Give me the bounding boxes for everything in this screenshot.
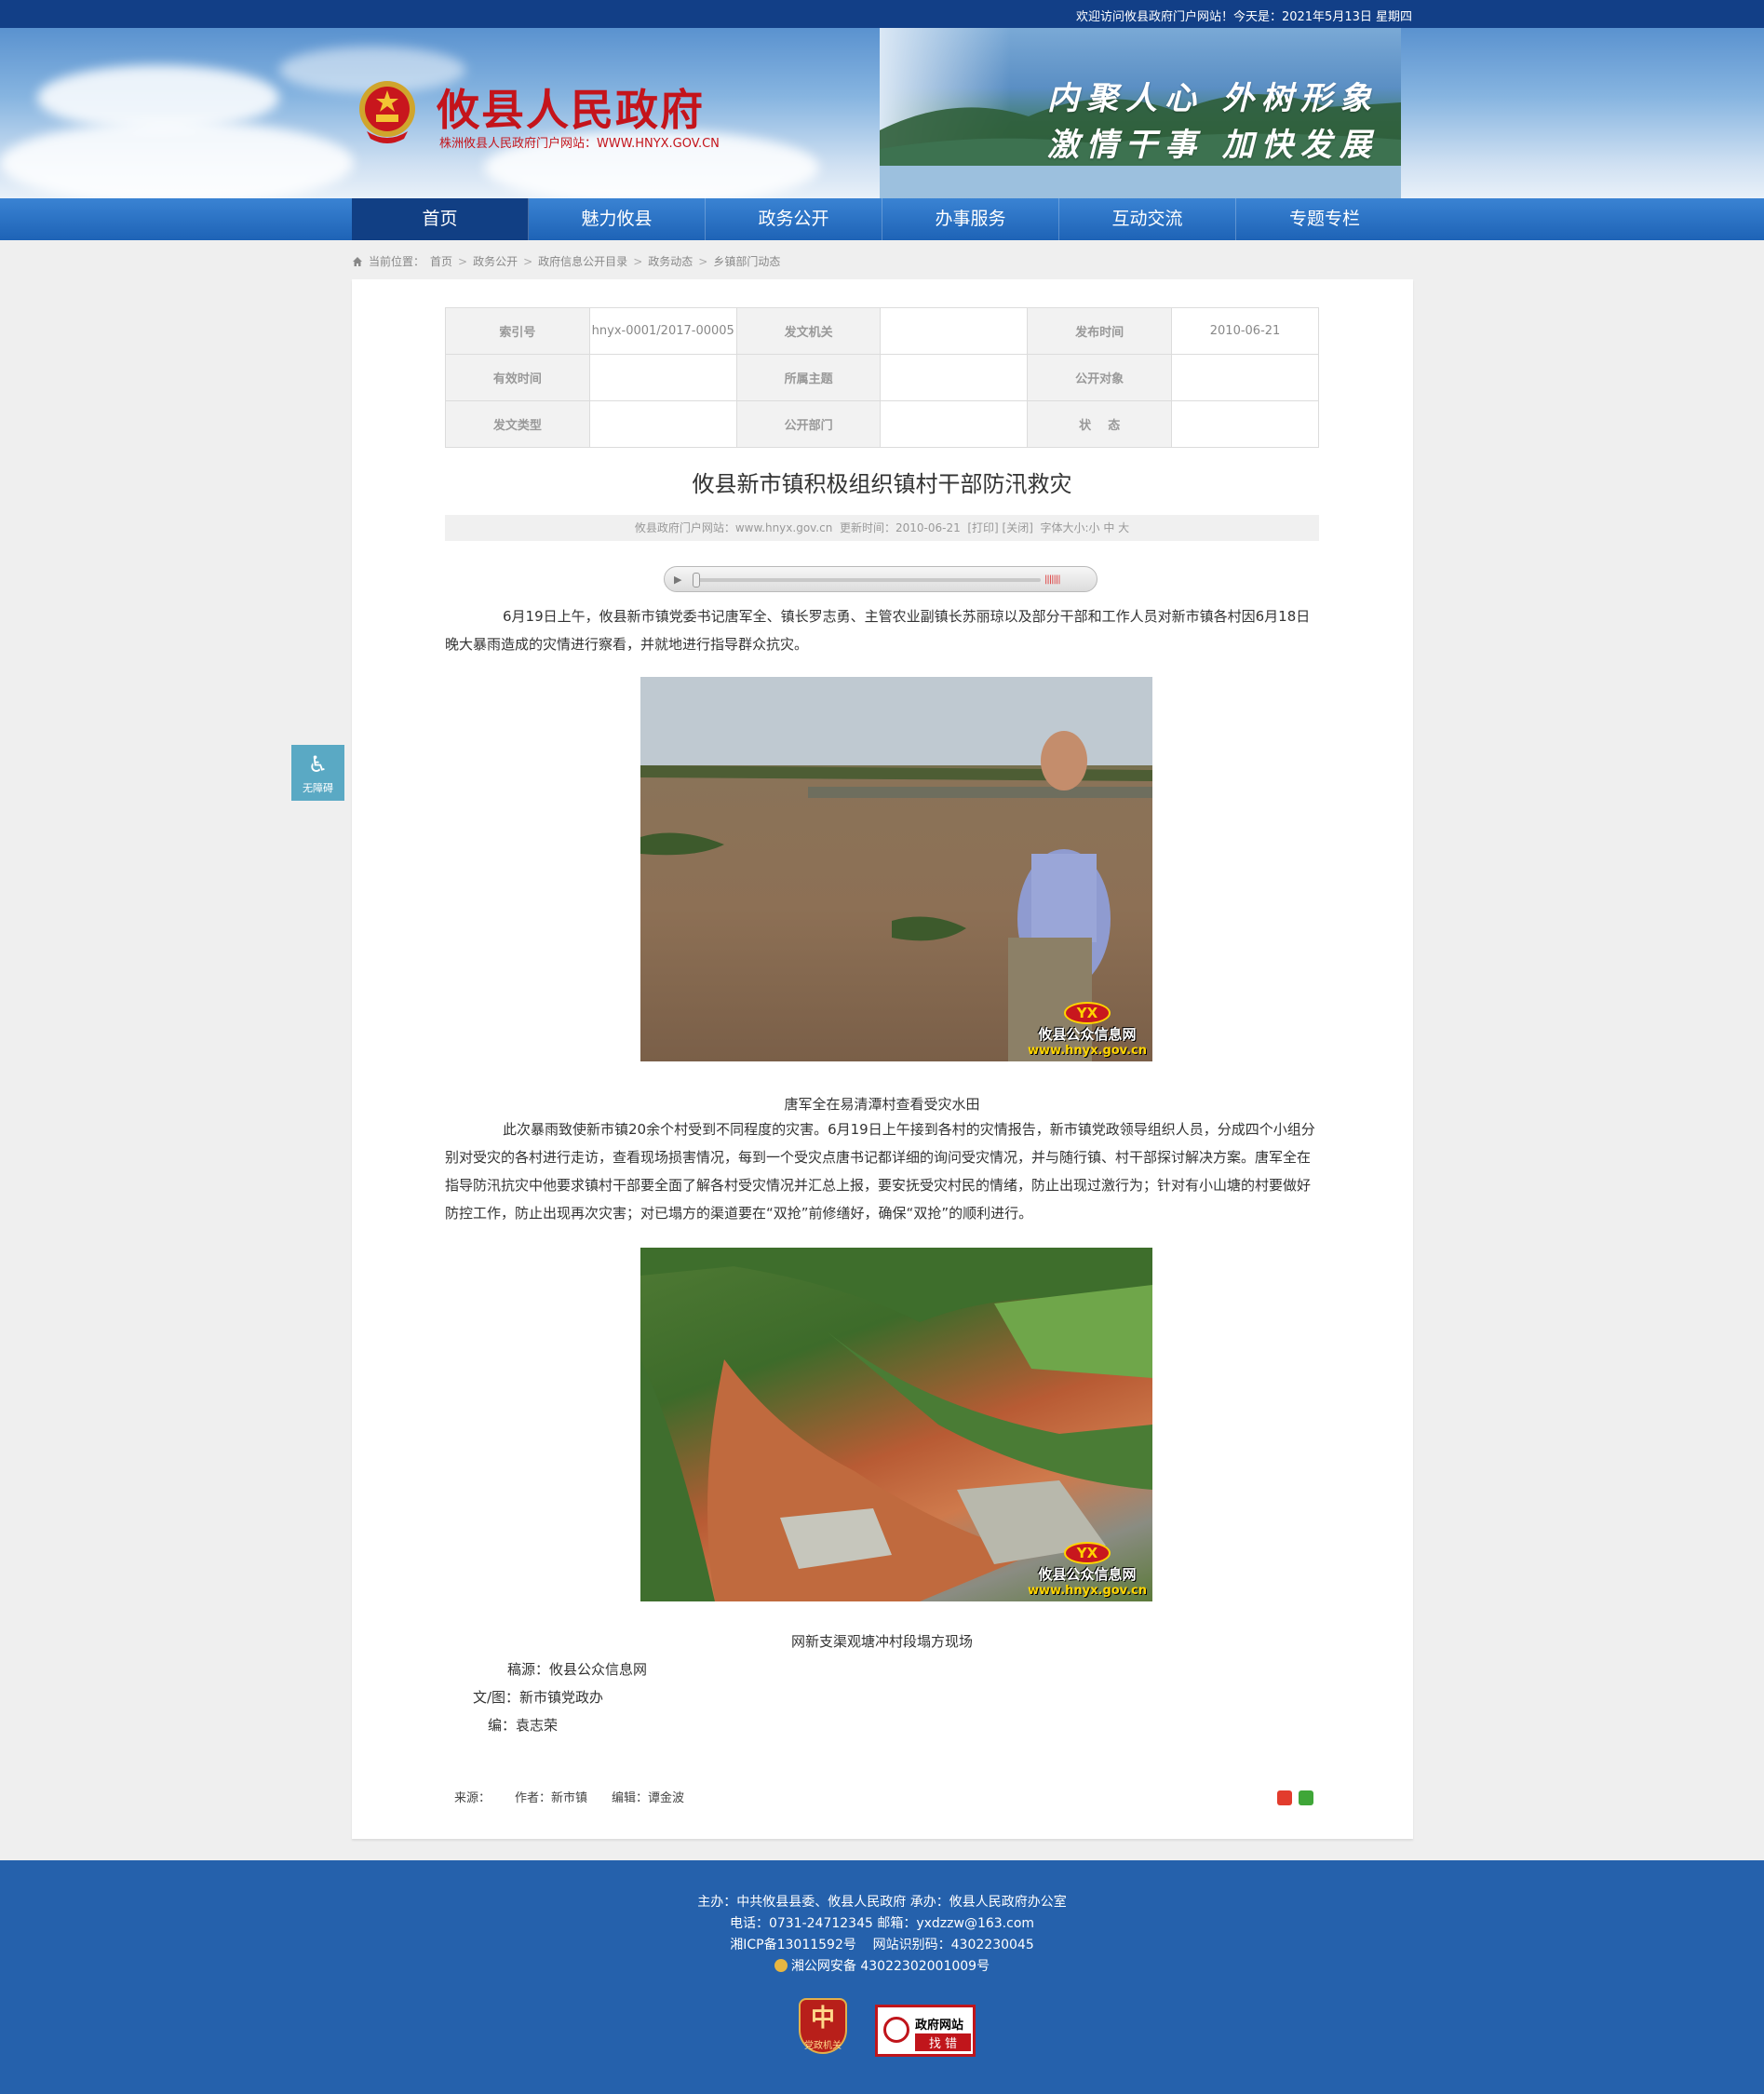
credit-editor: 编：袁志荣 <box>488 1717 559 1734</box>
watermark: YX 攸县公众信息网 www.hnyx.gov.cn <box>1028 1002 1147 1058</box>
play-icon[interactable]: ▶ <box>674 573 689 588</box>
nav-home[interactable]: 首页 <box>352 198 529 240</box>
article-photo-flood: YX 攸县公众信息网 www.hnyx.gov.cn <box>640 677 1152 1061</box>
slogan-line-2: 激情干事 加快发展 <box>1047 127 1379 164</box>
article-container: 索引号 hnyx-0001/2017-00005 发文机关 发布时间 2010-… <box>352 279 1413 1839</box>
party-gov-badge[interactable]: 中 党政机关 <box>799 1998 847 2054</box>
article-title: 攸县新市镇积极组织镇村干部防汛救灾 <box>692 471 1072 497</box>
volume-icon[interactable]: ||||||| <box>1044 574 1072 586</box>
meta-audience-value <box>1171 354 1319 401</box>
national-emblem-icon <box>359 81 415 143</box>
main-nav: 首页 魅力攸县 政务公开 办事服务 互动交流 专题专栏 <box>0 198 1764 240</box>
breadcrumb-label: 当前位置： <box>369 255 425 268</box>
audio-progress-handle[interactable] <box>693 573 700 588</box>
meta-status-label: 状 态 <box>1027 400 1173 448</box>
breadcrumb-item-home[interactable]: 首页 <box>430 253 452 269</box>
metadata-table: 索引号 hnyx-0001/2017-00005 发文机关 发布时间 2010-… <box>445 307 1319 448</box>
breadcrumb-item-gov-news[interactable]: 政务动态 <box>648 253 693 269</box>
site-footer: 主办：中共攸县县委、攸县人民政府 承办：攸县人民政府办公室 电话：0731-24… <box>0 1860 1764 2094</box>
magnifier-icon <box>883 2017 909 2043</box>
wechat-share-icon[interactable] <box>1299 1790 1313 1805</box>
footer-source: 来源： <box>454 1791 491 1805</box>
watermark-url: www.hnyx.gov.cn <box>1028 1044 1147 1058</box>
article-info-bar: 攸县政府门户网站：www.hnyx.gov.cn 更新时间：2010-06-21… <box>445 515 1319 541</box>
audio-player[interactable]: ▶ ||||||| <box>664 566 1097 592</box>
meta-topic-label: 所属主题 <box>735 354 882 401</box>
meta-dept-label: 公开部门 <box>735 400 882 448</box>
gov-website-badge-bottom: 找 错 <box>915 2033 971 2051</box>
meta-type-label: 发文类型 <box>445 400 590 448</box>
breadcrumb-item-gov-affairs[interactable]: 政务公开 <box>473 253 518 269</box>
breadcrumb: 当前位置： 首页 > 政务公开 > 政府信息公开目录 > 政务动态 > 乡镇部门… <box>352 253 780 269</box>
article-footer-meta: 来源： 作者：新市镇 编辑：谭金波 <box>454 1788 684 1805</box>
footer-police-record[interactable]: 湘公网安备 43022302001009号 <box>0 1956 1764 1975</box>
meta-date-value: 2010-06-21 <box>1171 307 1319 355</box>
article-photo-collapse: YX 攸县公众信息网 www.hnyx.gov.cn <box>640 1248 1152 1601</box>
welcome-text: 欢迎访问攸县政府门户网站！今天是：2021年5月13日 星期四 <box>1075 10 1412 24</box>
accessibility-label: 无障碍 <box>303 782 333 794</box>
photo-caption-1: 唐军全在易清潭村查看受灾水田 <box>784 1096 980 1113</box>
meta-index-value: hnyx-0001/2017-00005 <box>588 307 737 355</box>
site-title: 攸县人民政府 <box>437 85 705 135</box>
photo-caption-2: 网新支渠观塘冲村段塌方现场 <box>790 1633 973 1650</box>
watermark: YX 攸县公众信息网 www.hnyx.gov.cn <box>1028 1542 1147 1598</box>
meta-valid-value <box>588 354 737 401</box>
nav-services[interactable]: 办事服务 <box>882 198 1059 240</box>
watermark-name: 攸县公众信息网 <box>1038 1026 1137 1043</box>
breadcrumb-item-township-news[interactable]: 乡镇部门动态 <box>713 253 780 269</box>
watermark-url: www.hnyx.gov.cn <box>1028 1584 1147 1598</box>
meta-topic-value <box>880 354 1029 401</box>
credit-source: 稿源：攸县公众信息网 <box>507 1661 648 1678</box>
footer-icp: 湘ICP备13011592号 网站识别码：4302230045 <box>730 1938 1034 1952</box>
meta-issuer-value <box>880 307 1029 355</box>
watermark-logo: YX <box>1063 1542 1111 1564</box>
meta-audience-label: 公开对象 <box>1027 354 1173 401</box>
wheelchair-icon: ♿ <box>307 751 329 777</box>
header-banner: 内聚人心 外树形象 激情干事 加快发展 攸县人民政府 株洲攸县人民政府门户网站：… <box>0 28 1764 198</box>
party-gov-badge-label: 党政机关 <box>804 2041 842 2051</box>
footer-contact: 电话：0731-24712345 邮箱：yxdzzw@163.com <box>729 1916 1035 1931</box>
article-paragraph-2: 此次暴雨致使新市镇20余个村受到不同程度的灾害。6月19日上午接到各村的灾情报告… <box>445 1121 1315 1222</box>
weibo-share-icon[interactable] <box>1277 1790 1292 1805</box>
meta-dept-value <box>880 400 1029 448</box>
watermark-logo: YX <box>1063 1002 1111 1024</box>
article-paragraph-1: 6月19日上午，攸县新市镇党委书记唐军全、镇长罗志勇、主管农业副镇长苏丽琼以及部… <box>445 608 1311 653</box>
footer-sponsor: 主办：中共攸县县委、攸县人民政府 承办：攸县人民政府办公室 <box>697 1895 1067 1910</box>
site-subtitle: 株洲攸县人民政府门户网站：WWW.HNYX.GOV.CN <box>439 137 720 151</box>
meta-issuer-label: 发文机关 <box>735 307 882 355</box>
meta-status-value <box>1171 400 1319 448</box>
top-bar: 欢迎访问攸县政府门户网站！今天是：2021年5月13日 星期四 <box>0 0 1764 28</box>
breadcrumb-item-info-catalog[interactable]: 政府信息公开目录 <box>538 253 627 269</box>
footer-editor: 编辑：谭金波 <box>612 1791 685 1805</box>
footer-author: 作者：新市镇 <box>515 1791 588 1805</box>
credit-author: 文/图：新市镇党政办 <box>473 1689 604 1706</box>
gov-website-badge-top: 政府网站 <box>915 2019 964 2033</box>
nav-charm-youxian[interactable]: 魅力攸县 <box>529 198 706 240</box>
watermark-name: 攸县公众信息网 <box>1038 1566 1137 1583</box>
meta-index-label: 索引号 <box>445 307 590 355</box>
party-gov-emblem-icon: 中 <box>810 2005 835 2033</box>
audio-progress-track[interactable] <box>696 578 1041 582</box>
meta-valid-label: 有效时间 <box>445 354 590 401</box>
nav-government-affairs[interactable]: 政务公开 <box>706 198 882 240</box>
accessibility-button[interactable]: ♿ 无障碍 <box>291 745 344 801</box>
police-badge-icon <box>774 1959 788 1972</box>
home-icon <box>353 256 362 266</box>
slogan-line-1: 内聚人心 外树形象 <box>1047 80 1379 117</box>
meta-type-value <box>588 400 737 448</box>
nav-special-topics[interactable]: 专题专栏 <box>1236 198 1413 240</box>
nav-interaction[interactable]: 互动交流 <box>1059 198 1236 240</box>
meta-date-label: 发布时间 <box>1027 307 1173 355</box>
gov-website-error-badge[interactable]: 政府网站 找 错 <box>875 2005 976 2057</box>
